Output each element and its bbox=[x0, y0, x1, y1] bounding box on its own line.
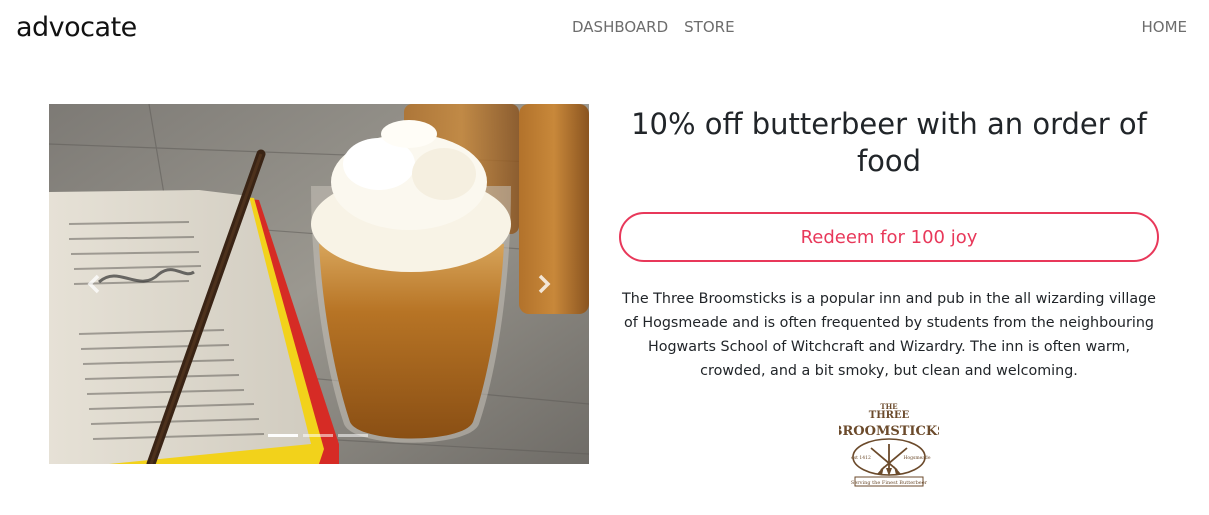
nav-link-home[interactable]: HOME bbox=[1141, 18, 1187, 36]
svg-text:est 1412: est 1412 bbox=[851, 455, 871, 461]
three-broomsticks-logo: THE THREE BROOMSTICKS est 1412 Hogsmeade… bbox=[839, 402, 939, 487]
carousel-next-button[interactable] bbox=[509, 104, 579, 464]
nav-links: DASHBOARD STORE bbox=[572, 18, 735, 36]
navbar: advocate DASHBOARD STORE HOME bbox=[0, 0, 1209, 60]
carousel-indicator-2[interactable] bbox=[303, 434, 333, 437]
offer-header: 10% off butterbeer with an order of food bbox=[619, 106, 1159, 180]
svg-text:THREE: THREE bbox=[869, 410, 910, 421]
carousel-prev-button[interactable] bbox=[59, 104, 129, 464]
butterbeer-photo bbox=[49, 104, 589, 464]
image-carousel bbox=[49, 104, 589, 464]
svg-text:BROOMSTICKS: BROOMSTICKS bbox=[839, 424, 939, 439]
carousel-indicators bbox=[268, 434, 368, 437]
nav-link-dashboard[interactable]: DASHBOARD bbox=[572, 18, 668, 36]
carousel-indicator-1[interactable] bbox=[268, 434, 298, 437]
offer-title: 10% off butterbeer with an order of food bbox=[631, 107, 1147, 178]
svg-text:Hogsmeade: Hogsmeade bbox=[904, 455, 931, 461]
redeem-button[interactable]: Redeem for 100 joy bbox=[619, 212, 1159, 262]
chevron-left-icon bbox=[87, 274, 100, 294]
nav-link-store[interactable]: STORE bbox=[684, 18, 734, 36]
nav-right: HOME bbox=[1141, 18, 1187, 37]
brand-logo[interactable]: advocate bbox=[16, 12, 137, 43]
carousel-indicator-3[interactable] bbox=[338, 434, 368, 437]
offer-description: The Three Broomsticks is a popular inn a… bbox=[622, 291, 1156, 379]
chevron-right-icon bbox=[538, 274, 551, 294]
svg-text:Serving the Finest Butterbeer: Serving the Finest Butterbeer bbox=[851, 480, 928, 486]
